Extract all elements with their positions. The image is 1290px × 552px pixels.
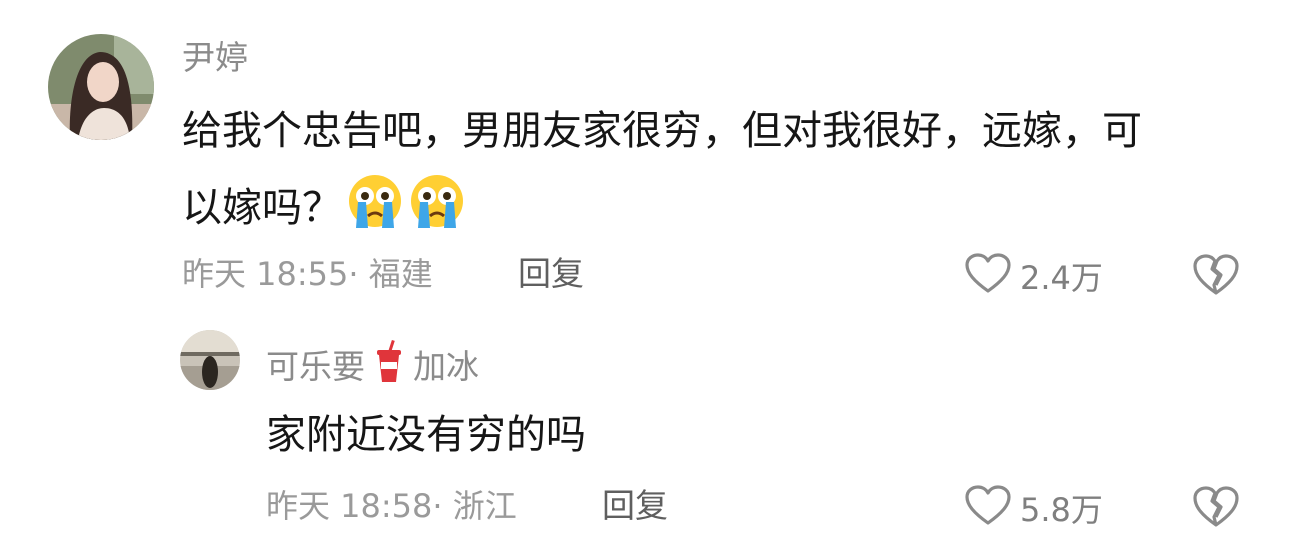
reply-username-prefix: 可乐要: [266, 347, 365, 386]
reply-like-count: 5.8万: [1020, 490, 1103, 529]
comment-timestamp-location: 昨天 18:55· 福建: [182, 255, 433, 293]
reply-like-button[interactable]: 5.8万: [964, 484, 1103, 535]
crying-face-emoji: [346, 172, 404, 248]
comment-text-line-2-text: 以嫁吗？: [182, 185, 342, 231]
like-count: 2.4万: [1020, 258, 1103, 297]
reply-text: 家附近没有穷的吗: [266, 412, 586, 458]
reply-reply-button[interactable]: 回复: [602, 486, 668, 526]
reply-username-suffix: 加冰: [413, 347, 479, 386]
broken-heart-icon: [1193, 486, 1239, 527]
reply-avatar[interactable]: [180, 330, 240, 390]
reply-button[interactable]: 回复: [518, 254, 584, 294]
crying-face-emoji: [408, 172, 466, 248]
like-button[interactable]: 2.4万: [964, 252, 1103, 303]
broken-heart-icon: [1193, 254, 1239, 295]
reply-username[interactable]: 可乐要 加冰: [266, 339, 479, 393]
dislike-button[interactable]: [1192, 252, 1240, 300]
avatar[interactable]: [48, 34, 154, 140]
comment-username[interactable]: 尹婷: [182, 38, 248, 78]
comment-text-line-1: 给我个忠告吧，男朋友家很穷，但对我很好，远嫁，可: [182, 108, 1142, 154]
reply-dislike-button[interactable]: [1192, 484, 1240, 532]
heart-icon: [964, 252, 1012, 303]
heart-icon: [964, 484, 1012, 535]
comment-text-line-2: 以嫁吗？: [182, 172, 466, 248]
soda-cup-icon: [375, 339, 403, 393]
reply-timestamp-location: 昨天 18:58· 浙江: [266, 487, 517, 525]
